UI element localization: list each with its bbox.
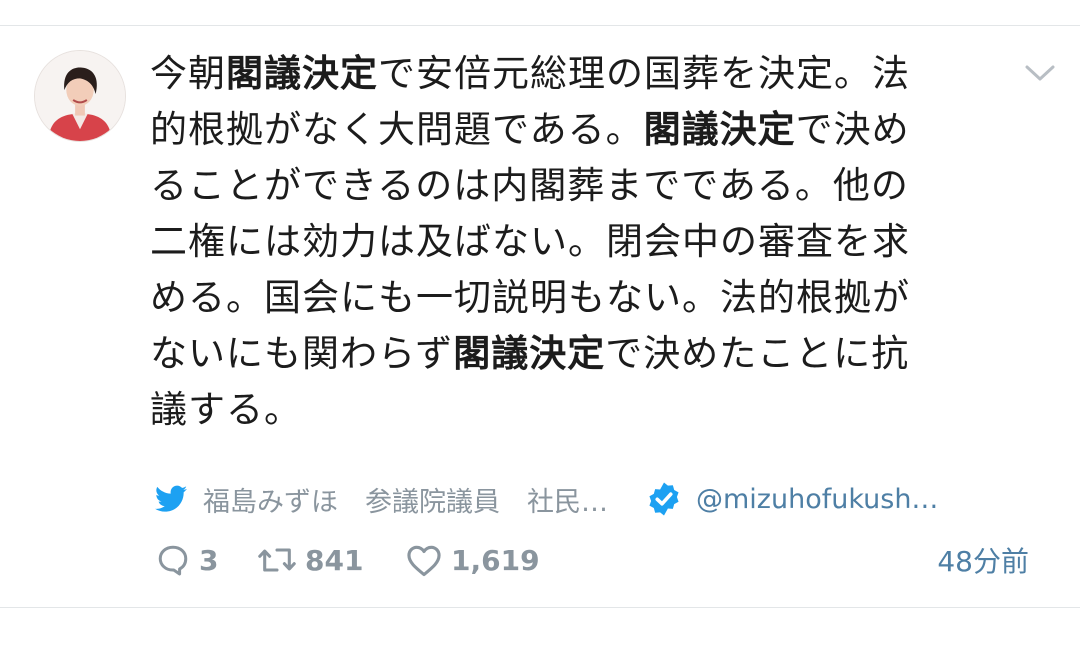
reply-count: 3 [199,543,219,577]
tweet-segment: ないにも関わらず [150,332,454,375]
tweet-emphasis: 閣議決定 [453,332,606,375]
tweet-timestamp[interactable]: 48分前 [937,537,1029,583]
tweet-text: 今朝閣議決定で安倍元総理の国葬を決定。法 的根拠がなく大問題である。閣議決定で決め… [150,46,980,438]
twitter-bird-icon [155,485,187,512]
tweet-segment: で安倍元総理の国葬を決定。法 [378,52,910,95]
retweet-button[interactable]: 841 [257,537,363,583]
top-divider [0,25,1080,26]
tweet-line: ないにも関わらず閣議決定で決めたことに抗 [150,326,980,382]
verified-badge-icon [649,482,679,516]
tweet-segment: 今朝 [150,52,226,95]
bottom-divider [0,607,1080,608]
tweet-line: める。国会にも一切説明もない。法的根拠が [150,270,980,326]
tweet-segment: ることができるのは内閣葬までである。他の [150,164,909,207]
tweet-line: ることができるのは内閣葬までである。他の [150,158,980,214]
tweet-segment: で決めたことに抗 [605,332,910,375]
tweet-line: 今朝閣議決定で安倍元総理の国葬を決定。法 [150,46,980,102]
reply-button[interactable]: 3 [155,537,218,583]
tweet-emphasis: 閣議決定 [226,52,378,95]
tweet-segment: 二権には効力は及ばない。閉会中の審査を求 [150,220,910,263]
avatar-photo [35,51,125,141]
tweet-emphasis: 閣議決定 [643,108,796,151]
tweet-segment: める。国会にも一切説明もない。法的根拠が [150,276,910,319]
avatar[interactable] [34,50,126,142]
tweet-segment: で決め [795,108,910,151]
heart-icon [407,545,441,577]
author-handle[interactable]: @mizuhofukush… [696,484,938,515]
tweet-segment: 的根拠がなく大問題である。 [150,108,644,151]
author-name[interactable]: 福島みずほ 参議院議員 社民… [203,480,608,519]
tweet-line: 的根拠がなく大問題である。閣議決定で決め [150,102,980,158]
tweet-author-row: 福島みずほ 参議院議員 社民… @mizuhofukush… [155,478,1055,520]
retweet-count: 841 [305,543,364,577]
retweet-icon [258,548,296,572]
like-button[interactable]: 1,619 [405,537,540,583]
like-count: 1,619 [451,543,540,577]
tweet-line: 議する。 [150,382,980,438]
tweet-line: 二権には効力は及ばない。閉会中の審査を求 [150,214,980,270]
chevron-down-icon[interactable] [1022,58,1058,88]
tweet-segment: 議する。 [150,388,302,431]
tweet-actions: 3 841 1,619 48分前 [155,537,1055,583]
reply-icon [158,545,188,576]
